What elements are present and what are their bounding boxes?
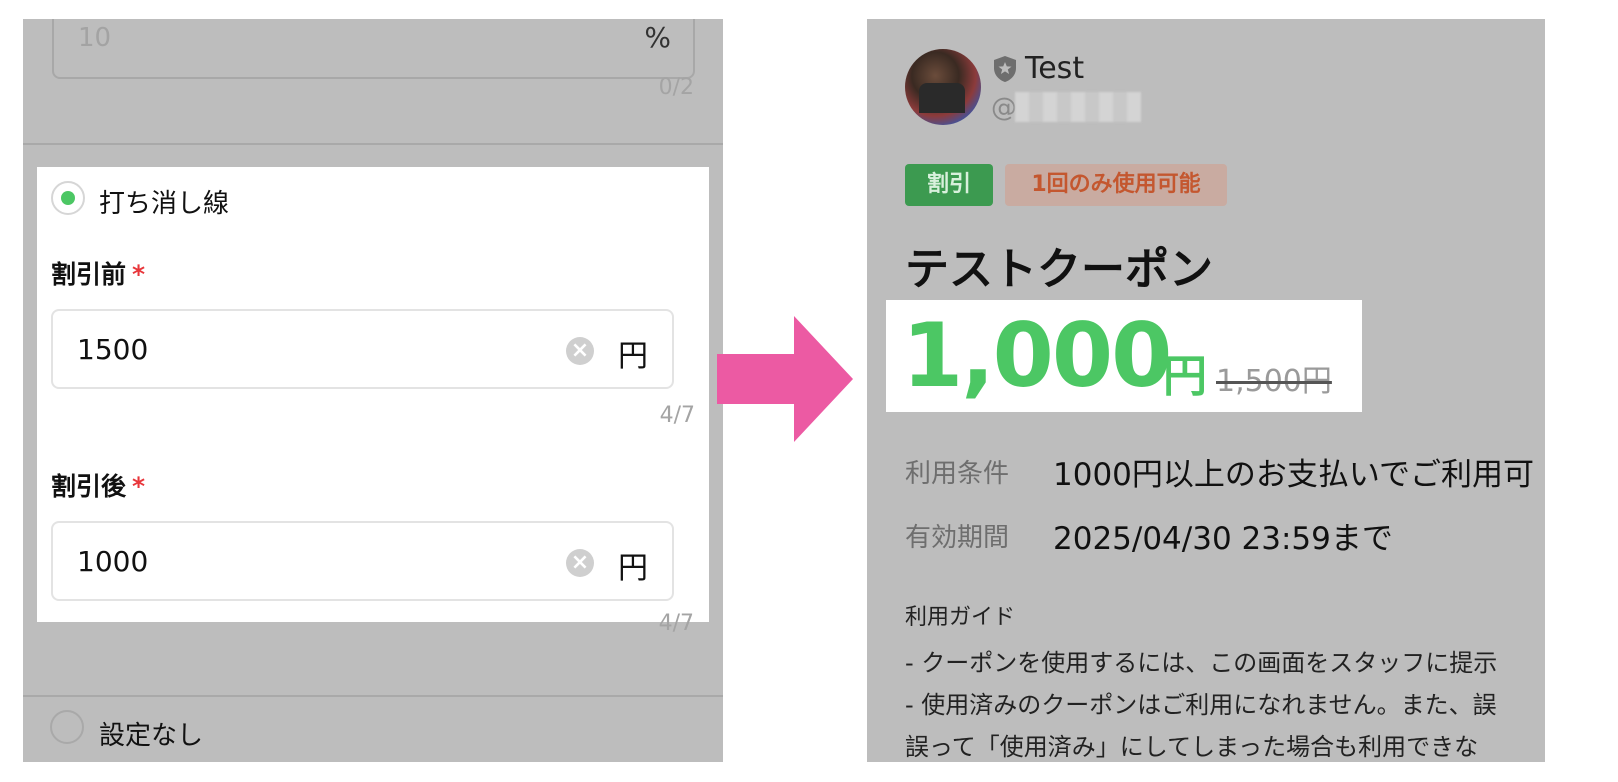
after-price-value: 1000	[77, 545, 149, 578]
required-mark: *	[132, 472, 146, 501]
right-arrow-icon	[717, 316, 853, 442]
validity-value: 2025/04/30 23:59まで	[1053, 521, 1393, 557]
section-divider	[23, 695, 723, 697]
no-setting-radio-label: 設定なし	[99, 721, 204, 751]
after-price-unit: 円	[618, 551, 648, 586]
coupon-settings-panel: 10 % 0/2 打ち消し線 割引前 * 1500 × 円 4/7 割引後 * 10…	[23, 19, 723, 762]
clear-icon[interactable]: ×	[566, 337, 594, 365]
avatar	[905, 49, 981, 125]
guide-title: 利用ガイド	[905, 605, 1016, 630]
account-name: Test	[1025, 51, 1085, 86]
validity-label: 有効期間	[905, 523, 1010, 553]
coupon-preview-panel: Test @ 割引 1回のみ使用可能 テストクーポン 1,000 円 1,500…	[867, 19, 1545, 762]
clear-icon[interactable]: ×	[566, 549, 594, 577]
rate-input[interactable]: 10 %	[52, 19, 695, 79]
single-use-badge: 1回のみ使用可能	[1005, 164, 1227, 206]
price-highlight: 1,000 円 1,500円	[886, 300, 1362, 412]
rate-input-unit: %	[644, 21, 671, 54]
original-price: 1,500円	[1216, 364, 1332, 399]
rate-input-value: 10	[78, 23, 112, 53]
strikethrough-radio-label: 打ち消し線	[99, 189, 230, 219]
guide-line: - 使用済みのクーポンはご利用になれません。また、誤	[905, 691, 1497, 719]
after-price-label: 割引後 *	[51, 472, 146, 501]
blurred-account-id	[1015, 92, 1141, 122]
strikethrough-section: 打ち消し線 割引前 * 1500 × 円 4/7 割引後 * 1000 × 円	[37, 167, 709, 622]
conditions-value: 1000円以上のお支払いでご利用可	[1053, 457, 1534, 493]
strikethrough-radio[interactable]	[51, 181, 85, 215]
coupon-title: テストクーポン	[905, 244, 1213, 295]
before-price-value: 1500	[77, 333, 149, 366]
before-price-input[interactable]: 1500 × 円	[51, 309, 674, 389]
account-handle-prefix: @	[991, 93, 1017, 123]
price-unit: 円	[1163, 351, 1207, 402]
discounted-price: 1,000	[902, 304, 1172, 407]
discount-badge: 割引	[905, 164, 993, 206]
after-price-counter: 4/7	[658, 611, 694, 636]
after-price-input[interactable]: 1000 × 円	[51, 521, 674, 601]
required-mark: *	[132, 260, 146, 289]
guide-line: 誤って「使用済み」にしてしまった場合も利用できな	[905, 733, 1479, 761]
section-divider	[23, 143, 723, 145]
before-price-counter: 4/7	[659, 403, 695, 428]
rate-input-counter: 0/2	[658, 75, 694, 100]
before-price-label: 割引前 *	[51, 260, 146, 289]
guide-line: - クーポンを使用するには、この画面をスタッフに提示	[905, 649, 1498, 677]
no-setting-radio[interactable]	[50, 710, 84, 744]
conditions-label: 利用条件	[905, 459, 1010, 489]
shield-icon	[994, 56, 1016, 82]
before-price-unit: 円	[618, 339, 648, 374]
radio-selected-dot	[61, 191, 75, 205]
